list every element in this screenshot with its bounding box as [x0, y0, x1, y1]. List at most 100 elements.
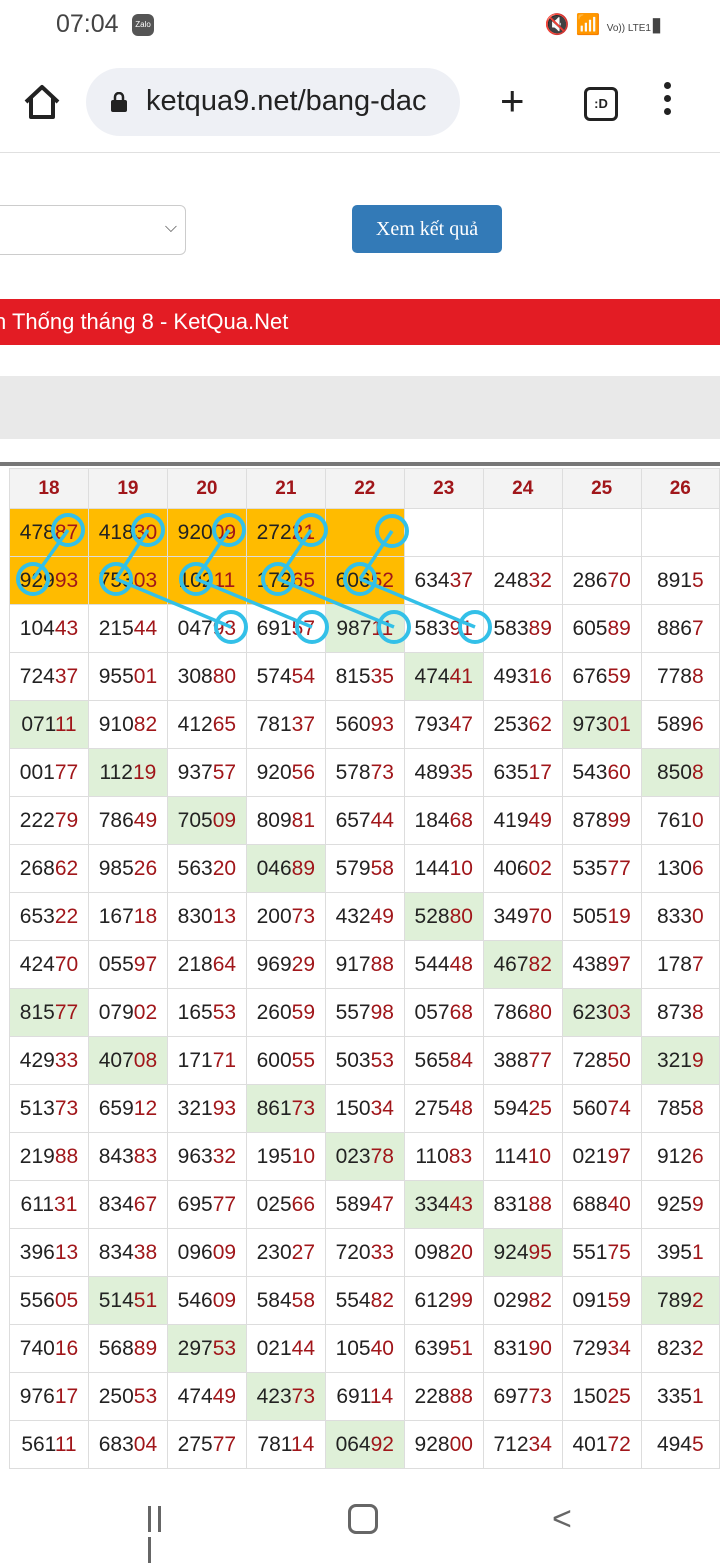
result-cell: 67659: [561, 652, 642, 701]
number-prefix: 388: [493, 1048, 529, 1072]
result-cell: 60055: [245, 1036, 326, 1085]
number-tail: 67: [133, 1192, 158, 1216]
number-tail: 97: [607, 952, 631, 976]
table-row: 21988 84383 96332 19510 02378 11083 11410 02197…: [9, 1132, 720, 1181]
result-cell: 11083: [403, 1132, 484, 1181]
number-tail: 75: [607, 1240, 631, 1264]
number-tail: 53: [212, 1000, 237, 1024]
number-tail: 93: [212, 1096, 237, 1120]
result-cell: 34970: [482, 892, 563, 941]
result-cell: 68304: [87, 1420, 168, 1469]
result-cell: 86173: [245, 1084, 326, 1133]
number-tail: 5: [691, 1432, 704, 1456]
number-prefix: 200: [256, 904, 292, 928]
result-cell: 91082: [87, 700, 168, 749]
results-table-container[interactable]: 18 19 20 21 22 23 24 25 26 47887 41830 92009 27221 9…: [0, 462, 720, 1482]
number-prefix: 793: [414, 712, 450, 736]
number-prefix: 830: [177, 904, 213, 928]
result-cell: 65322: [9, 892, 89, 941]
number-tail: 34: [528, 1432, 552, 1456]
result-cell: 9126: [640, 1132, 720, 1181]
result-cell: 41830: [87, 508, 168, 557]
view-results-button[interactable]: Xem kết quả: [352, 205, 502, 253]
result-cell: [561, 508, 642, 557]
plus-icon[interactable]: +: [500, 76, 525, 126]
number-prefix: 104: [19, 616, 55, 640]
number-prefix: 021: [572, 1144, 608, 1168]
result-cell: 04689: [245, 844, 326, 893]
result-cell: 7858: [640, 1084, 720, 1133]
column-header: 23: [403, 468, 484, 509]
result-cell: 8508: [640, 748, 720, 797]
number-prefix: 029: [493, 1288, 529, 1312]
number-tail: 10: [449, 856, 473, 880]
result-cell: 02566: [245, 1180, 326, 1229]
chevron-down-icon: ⌵: [164, 219, 177, 236]
number-tail: 80: [212, 664, 237, 688]
tabs-icon[interactable]: :D: [584, 87, 618, 121]
result-cell: 60652: [324, 556, 405, 605]
number-tail: 49: [370, 904, 394, 928]
number-prefix: 412: [177, 712, 213, 736]
number-tail: 88: [54, 1144, 79, 1168]
number-prefix: 786: [493, 1000, 529, 1024]
number-tail: 93: [370, 712, 394, 736]
number-tail: 2: [691, 1336, 704, 1360]
back-icon[interactable]: <: [552, 1502, 572, 1536]
result-cell: 92495: [482, 1228, 563, 1277]
number-prefix: 418: [98, 520, 134, 544]
number-tail: 02: [133, 1000, 158, 1024]
number-prefix: 712: [493, 1432, 529, 1456]
address-bar[interactable]: ketqua9.net/bang-dac: [86, 68, 460, 136]
result-cell: 10443: [9, 604, 89, 653]
number-prefix: 973: [572, 712, 608, 736]
number-prefix: 683: [98, 1432, 134, 1456]
result-cell: [640, 508, 720, 557]
number-tail: 37: [291, 712, 316, 736]
table-row: 42470 05597 21864 96929 91788 54448 46782 43897…: [9, 940, 720, 989]
result-cell: 55175: [561, 1228, 642, 1277]
number-prefix: 349: [493, 904, 529, 928]
number-prefix: 102: [178, 568, 214, 592]
number-prefix: 659: [98, 1096, 134, 1120]
recents-icon[interactable]: [148, 1506, 174, 1563]
number-tail: 1: [691, 1240, 704, 1264]
number-prefix: 635: [493, 760, 529, 784]
home-icon[interactable]: [22, 82, 62, 122]
result-cell: 54609: [166, 1276, 247, 1325]
month-select[interactable]: ⌵: [0, 205, 186, 255]
number-tail: 97: [607, 1144, 631, 1168]
result-cell: 56074: [561, 1084, 642, 1133]
result-cell: [482, 508, 563, 557]
result-cell: 26059: [245, 988, 326, 1037]
number-prefix: 815: [19, 1000, 55, 1024]
result-cell: 56584: [403, 1036, 484, 1085]
number-tail: 5: [691, 568, 704, 592]
number-prefix: 657: [335, 808, 371, 832]
nav-home-icon[interactable]: [348, 1504, 378, 1534]
result-cell: 21544: [87, 604, 168, 653]
result-cell: 83438: [87, 1228, 168, 1277]
number-prefix: 786: [98, 808, 134, 832]
number-prefix: 230: [256, 1240, 292, 1264]
number-tail: 38: [133, 1240, 158, 1264]
number-prefix: 809: [256, 808, 292, 832]
number-prefix: 395: [656, 1240, 692, 1264]
menu-icon[interactable]: [664, 82, 674, 122]
number-prefix: 429: [19, 1048, 55, 1072]
number-tail: 26: [133, 856, 158, 880]
number-tail: 6: [691, 856, 704, 880]
number-prefix: 728: [572, 1048, 608, 1072]
column-header: 19: [87, 468, 168, 509]
banner-title: n Thống tháng 8 - KetQua.Net: [0, 309, 289, 334]
result-cell: 72033: [324, 1228, 405, 1277]
result-cell: 10540: [324, 1324, 405, 1373]
number-prefix: 639: [414, 1336, 450, 1360]
result-cell: 32193: [166, 1084, 247, 1133]
number-prefix: 268: [19, 856, 55, 880]
result-cell: 15034: [324, 1084, 405, 1133]
result-cell: 97301: [561, 700, 642, 749]
number-tail: 70: [607, 568, 631, 592]
number-prefix: 503: [335, 1048, 371, 1072]
number-prefix: 334: [414, 1192, 450, 1216]
